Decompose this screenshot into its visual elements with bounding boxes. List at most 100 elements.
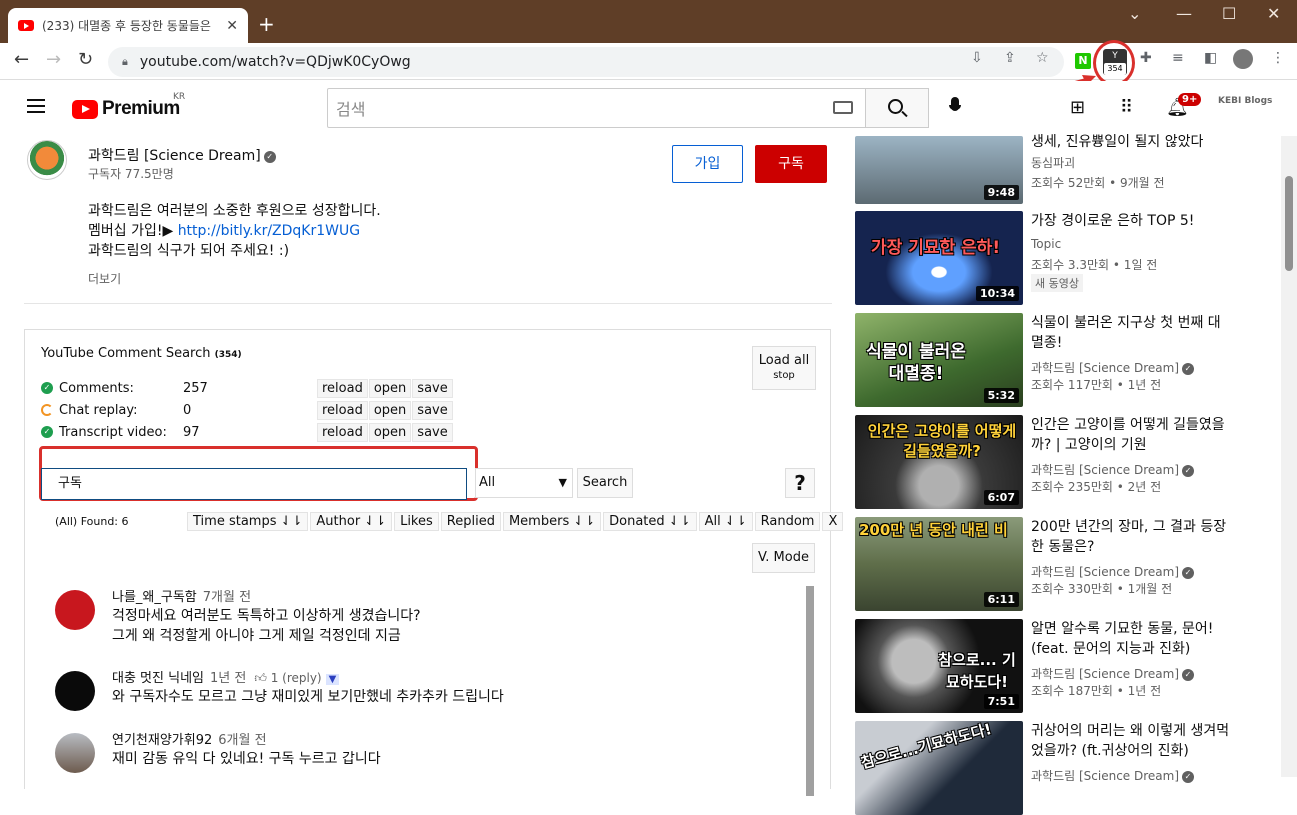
- stop-button[interactable]: stop: [753, 370, 815, 381]
- sort-author-button[interactable]: Author ⇃⇂: [310, 512, 393, 531]
- comment-time[interactable]: 7개월 전: [203, 590, 251, 605]
- youtube-premium-logo[interactable]: Premium KR: [72, 92, 185, 120]
- comment-search-panel: YouTube Comment Search (354) Load all st…: [24, 329, 844, 796]
- scrollbar-thumb[interactable]: [1285, 176, 1293, 271]
- video-channel[interactable]: 과학드림 [Science Dream] ✓: [1031, 665, 1195, 682]
- naver-extension-icon[interactable]: N: [1075, 53, 1091, 69]
- video-thumbnail[interactable]: 인간은 고양이를 어떻게 길들였을까? 6:07: [855, 415, 1023, 509]
- subscribe-button[interactable]: 구독: [755, 145, 827, 183]
- page-scrollbar[interactable]: [1281, 136, 1297, 777]
- keyboard-icon[interactable]: [833, 101, 853, 114]
- comment-time[interactable]: 1년 전: [210, 671, 246, 686]
- bookmark-star-icon[interactable]: ☆: [1036, 50, 1049, 66]
- side-panel-icon[interactable]: ◧: [1204, 50, 1217, 66]
- video-thumbnail[interactable]: 9:48: [855, 136, 1023, 204]
- video-thumbnail[interactable]: 식물이 불러온 대멸종! 5:32: [855, 313, 1023, 407]
- sort-replied-button[interactable]: Replied: [440, 512, 501, 531]
- maximize-button[interactable]: ☐: [1222, 4, 1236, 23]
- reload-button[interactable]: reload: [317, 422, 368, 442]
- video-duration: 10:34: [975, 286, 1019, 301]
- random-button[interactable]: Random: [754, 512, 821, 531]
- chrome-menu-icon[interactable]: ⋮: [1271, 50, 1285, 66]
- avatar[interactable]: [55, 590, 95, 630]
- tab-search-icon[interactable]: ⌄: [1128, 4, 1141, 23]
- help-button[interactable]: ?: [785, 468, 815, 498]
- comment-search-input[interactable]: 구독: [41, 468, 467, 500]
- scope-select[interactable]: All ▼: [475, 468, 573, 498]
- open-button[interactable]: open: [368, 378, 412, 398]
- tab-close-icon[interactable]: ✕: [226, 18, 238, 34]
- url-text[interactable]: youtube.com/watch?v=QDjwK0CyOwg: [140, 54, 411, 70]
- hamburger-menu-icon[interactable]: [27, 99, 45, 113]
- sort-all-button[interactable]: All ⇃⇂: [698, 512, 753, 531]
- clear-button[interactable]: X: [822, 512, 844, 531]
- results-scrollbar[interactable]: [806, 586, 814, 796]
- channel-name[interactable]: 과학드림 [Science Dream] ✓: [88, 145, 276, 165]
- save-button[interactable]: save: [412, 378, 453, 398]
- video-thumbnail[interactable]: 참으로...기묘하도다!: [855, 721, 1023, 815]
- comment-author[interactable]: 나를_왜_구독함: [112, 590, 197, 605]
- save-button[interactable]: save: [412, 422, 453, 442]
- search-input[interactable]: 검색: [327, 88, 866, 128]
- reading-list-icon[interactable]: ≡: [1172, 50, 1184, 66]
- expand-replies-icon[interactable]: ▼: [325, 674, 340, 685]
- omnibox[interactable]: 🔒︎ youtube.com/watch?v=QDjwK0CyOwg: [108, 47, 1064, 77]
- video-thumbnail[interactable]: 가장 기묘한 은하! 10:34: [855, 211, 1023, 305]
- video-thumbnail[interactable]: 200만 년 동안 내린 비 6:11: [855, 517, 1023, 611]
- apps-grid-icon[interactable]: ⠿: [1120, 97, 1133, 118]
- show-more-link[interactable]: 더보기: [88, 270, 121, 287]
- video-channel[interactable]: 과학드림 [Science Dream] ✓: [1031, 359, 1195, 376]
- video-title[interactable]: 가장 경이로운 은하 TOP 5!: [1031, 211, 1231, 231]
- video-channel[interactable]: Topic: [1031, 237, 1061, 251]
- sort-donated-button[interactable]: Donated ⇃⇂: [603, 512, 697, 531]
- search-button[interactable]: [866, 88, 929, 128]
- video-channel[interactable]: 과학드림 [Science Dream] ✓: [1031, 461, 1195, 478]
- close-window-button[interactable]: ✕: [1267, 4, 1280, 23]
- membership-link[interactable]: http://bitly.kr/ZDqKr1WUG: [178, 223, 360, 239]
- channel-avatar[interactable]: [27, 140, 67, 180]
- share-icon[interactable]: ⇪: [1004, 50, 1016, 66]
- video-channel[interactable]: 과학드림 [Science Dream] ✓: [1031, 767, 1195, 784]
- view-mode-button[interactable]: V. Mode: [752, 543, 815, 573]
- video-thumbnail[interactable]: 참으로... 기묘하도다! 7:51: [855, 619, 1023, 713]
- thumbnail-caption: 참으로... 기묘하도다!: [938, 651, 1016, 691]
- forward-arrow-icon[interactable]: →: [46, 49, 61, 70]
- video-channel[interactable]: 과학드림 [Science Dream] ✓: [1031, 563, 1195, 580]
- save-button[interactable]: save: [412, 400, 453, 420]
- join-button[interactable]: 가입: [672, 145, 743, 183]
- open-button[interactable]: open: [368, 400, 412, 420]
- avatar[interactable]: [55, 671, 95, 711]
- new-tab-button[interactable]: +: [258, 12, 275, 36]
- comment-text: 그게 왜 걱정할게 아니야 그게 제일 걱정인데 지금: [112, 628, 401, 644]
- sort-time-stamps-button[interactable]: Time stamps ⇃⇂: [187, 512, 309, 531]
- load-all-button[interactable]: Load all stop: [752, 346, 816, 390]
- sort-likes-button[interactable]: Likes: [394, 512, 439, 531]
- search-placeholder: 검색: [336, 100, 366, 119]
- reload-button[interactable]: reload: [317, 400, 368, 420]
- video-title[interactable]: 귀상어의 머리는 왜 이렇게 생겨먹었을까? (ft.귀상어의 진화): [1031, 721, 1231, 761]
- comment-author[interactable]: 연기천재양가휘92: [112, 733, 212, 748]
- profile-avatar[interactable]: [1233, 49, 1253, 69]
- reload-button[interactable]: reload: [317, 378, 368, 398]
- back-arrow-icon[interactable]: ←: [14, 49, 29, 70]
- extensions-puzzle-icon[interactable]: ✚: [1140, 50, 1152, 66]
- reload-icon[interactable]: ↻: [78, 49, 93, 70]
- install-app-icon[interactable]: ⇩: [971, 50, 983, 66]
- microphone-icon[interactable]: [949, 97, 961, 117]
- open-button[interactable]: open: [368, 422, 412, 442]
- minimize-button[interactable]: —: [1176, 4, 1192, 23]
- create-video-icon[interactable]: ⊞: [1070, 97, 1085, 118]
- video-channel[interactable]: 동심파괴: [1031, 154, 1075, 171]
- account-avatar[interactable]: KEBI Blogs: [1218, 96, 1272, 106]
- sort-members-button[interactable]: Members ⇃⇂: [502, 512, 602, 531]
- video-title[interactable]: 인간은 고양이를 어떻게 길들였을까? | 고양이의 기원: [1031, 415, 1231, 455]
- comment-time[interactable]: 6개월 전: [218, 733, 266, 748]
- comment-author[interactable]: 대충 멋진 닉네임: [112, 671, 204, 686]
- video-title[interactable]: 알면 알수록 기묘한 동물, 문어! (feat. 문어의 지능과 진화): [1031, 619, 1231, 659]
- comment-search-button[interactable]: Search: [577, 468, 633, 498]
- video-title[interactable]: 200만 년간의 장마, 그 결과 등장한 동물은?: [1031, 517, 1231, 557]
- video-title[interactable]: 식물이 불러온 지구상 첫 번째 대멸종!: [1031, 313, 1231, 353]
- browser-tab[interactable]: (233) 대멸종 후 등장한 동물들은 ✕: [8, 8, 248, 43]
- video-title[interactable]: 생세, 진유쁑일이 될지 않았다: [1031, 132, 1231, 152]
- avatar[interactable]: [55, 733, 95, 773]
